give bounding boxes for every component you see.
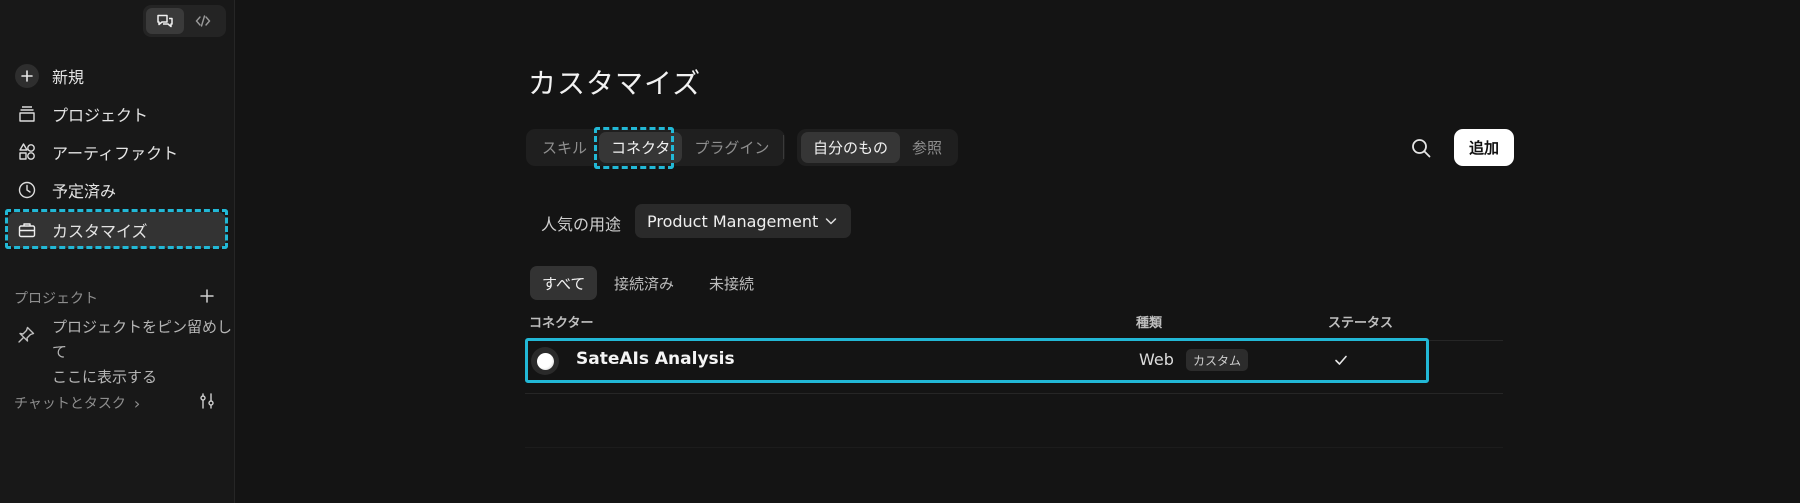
- stack-icon: [15, 102, 39, 126]
- sidebar-item-scheduled[interactable]: 予定済み: [8, 172, 226, 208]
- shapes-icon: [15, 140, 39, 164]
- sidebar: 新規 プロジェクト アーティファクト 予定済み カスタマイズ プロジェクト プロ…: [0, 0, 235, 503]
- scope-tabs: 自分のもの 参照: [797, 129, 959, 166]
- connector-icon: [531, 347, 559, 375]
- filter-all[interactable]: すべて: [530, 266, 598, 300]
- column-header-connector: コネクター: [529, 316, 594, 331]
- column-header-status: ステータス: [1328, 316, 1394, 331]
- sidebar-item-artifacts[interactable]: アーティファクト: [8, 134, 226, 170]
- tab-plugins[interactable]: プラグイン: [682, 132, 781, 163]
- filter-not-connected[interactable]: 未接続: [697, 266, 766, 300]
- search-icon: [1412, 139, 1431, 158]
- usage-select[interactable]: Product Management: [635, 204, 851, 238]
- sidebar-item-label: アーティファクト: [52, 144, 179, 163]
- mode-toggle: [143, 5, 226, 37]
- chat-bubbles-icon: [157, 14, 173, 28]
- column-header-type: 種類: [1136, 316, 1163, 331]
- code-brackets-icon: [195, 15, 211, 27]
- custom-badge: カスタム: [1186, 349, 1249, 371]
- connector-type: Web: [1139, 350, 1174, 369]
- sidebar-item-projects[interactable]: プロジェクト: [8, 96, 226, 132]
- chevron-right-icon: ›: [133, 393, 141, 413]
- add-button[interactable]: 追加: [1454, 129, 1514, 166]
- check-icon: [1335, 355, 1347, 365]
- pin-hint: プロジェクトをピン留めして ここに表示する: [52, 315, 234, 390]
- sidebar-item-label: 予定済み: [52, 182, 117, 201]
- sidebar-item-new[interactable]: 新規: [8, 58, 226, 94]
- chat-mode-button[interactable]: [146, 8, 184, 34]
- pin-icon: [16, 325, 36, 349]
- tab-connectors[interactable]: コネクタ: [599, 132, 683, 163]
- code-mode-button[interactable]: [184, 8, 222, 34]
- filter-connected[interactable]: 接続済み: [602, 266, 686, 300]
- usage-select-value: Product Management: [647, 211, 819, 231]
- chats-and-tasks-link[interactable]: チャットとタスク ›: [14, 393, 140, 413]
- usage-label: 人気の用途: [541, 215, 622, 234]
- sidebar-item-label: カスタマイズ: [52, 222, 148, 241]
- plus-icon: [200, 289, 214, 303]
- projects-section-label: プロジェクト: [14, 291, 98, 307]
- tab-divider: [783, 135, 784, 159]
- page-title: カスタマイズ: [528, 67, 702, 100]
- chats-label: チャットとタスク: [14, 396, 126, 412]
- sidebar-item-customize[interactable]: カスタマイズ: [8, 212, 226, 248]
- tab-skills[interactable]: スキル: [530, 132, 599, 163]
- table-divider: [525, 393, 1503, 394]
- add-project-button[interactable]: [198, 287, 216, 305]
- pin-hint-line-2: ここに表示する: [52, 368, 158, 386]
- sliders-icon: [200, 393, 214, 409]
- section-tabs: スキル コネクタ プラグイン: [526, 129, 786, 166]
- table-row[interactable]: SateAIs Analysis Web カスタム: [525, 340, 1427, 382]
- tab-browse[interactable]: 参照: [900, 132, 954, 163]
- clock-icon: [15, 178, 39, 202]
- table-divider: [525, 447, 1503, 448]
- sidebar-item-label: 新規: [52, 68, 85, 87]
- filter-sliders-button[interactable]: [198, 392, 216, 414]
- tab-mine[interactable]: 自分のもの: [801, 132, 901, 163]
- search-button[interactable]: [1406, 133, 1436, 163]
- plus-icon: [15, 64, 39, 88]
- connector-name: SateAIs Analysis: [576, 349, 735, 369]
- pin-hint-line-1: プロジェクトをピン留めして: [52, 318, 233, 361]
- chevron-down-icon: [825, 218, 837, 225]
- briefcase-icon: [15, 218, 39, 242]
- sidebar-item-label: プロジェクト: [52, 106, 149, 125]
